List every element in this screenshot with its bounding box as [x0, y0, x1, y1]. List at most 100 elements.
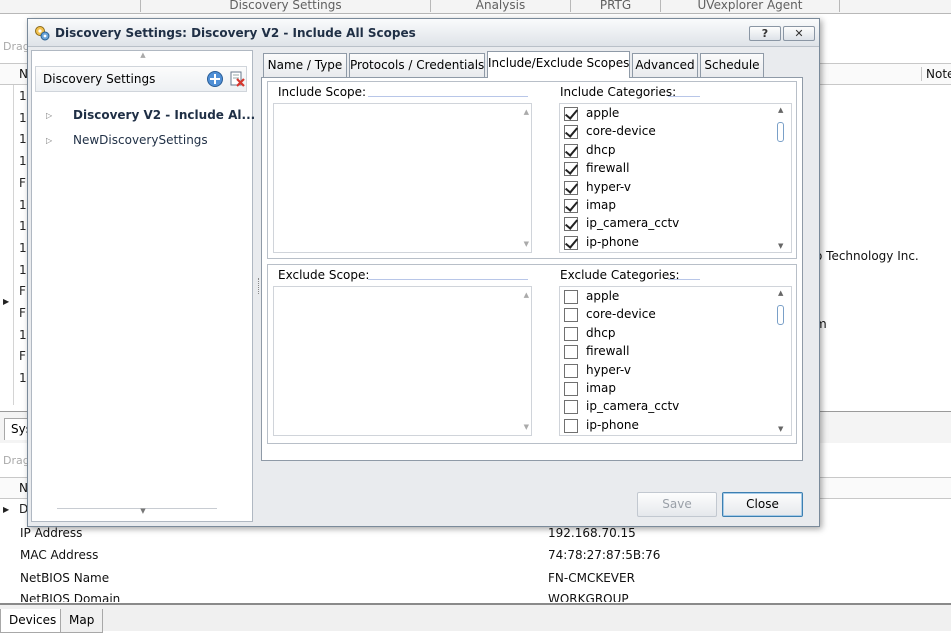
property-value: WORKGROUP: [548, 592, 629, 602]
exclude-category-checkbox[interactable]: [564, 290, 578, 304]
exclude-group: Exclude Scope: Exclude Categories: ▲ ▼ a…: [267, 264, 797, 444]
add-settings-icon[interactable]: [206, 70, 224, 88]
scroll-up-icon[interactable]: ▲: [778, 106, 783, 114]
include-categories-underline: [668, 96, 700, 97]
scroll-down-icon[interactable]: ▼: [778, 425, 783, 433]
include-scope-list[interactable]: ▲ ▼: [273, 103, 532, 253]
grid-row-cell[interactable]: F: [19, 349, 26, 363]
tab-advanced[interactable]: Advanced: [632, 53, 698, 77]
settings-gears-icon: [35, 26, 50, 41]
include-category-label: hyper-v: [586, 179, 631, 194]
close-button[interactable]: Close: [722, 492, 803, 517]
exclude-category-checkbox[interactable]: [564, 418, 578, 433]
exclude-categories-underline: [668, 279, 700, 280]
scroll-up-icon[interactable]: ▲: [778, 289, 783, 297]
exclude-category-label: firewall: [586, 344, 630, 359]
scroll-up-icon[interactable]: ▲: [524, 108, 529, 116]
delete-settings-icon[interactable]: [228, 70, 246, 88]
grid-row-cell[interactable]: 1: [19, 241, 27, 255]
property-name: NetBIOS Domain: [20, 592, 121, 602]
exclude-categories-list: apple core-device dhcp firewall hyper-v imap i…: [559, 286, 792, 436]
include-category-checkbox[interactable]: [564, 180, 578, 195]
exclude-category-checkbox[interactable]: [564, 345, 578, 360]
current-row-arrow-icon: ▶: [3, 297, 10, 306]
exclude-category-label: ip-phone: [586, 417, 639, 432]
include-category-label: imap: [586, 198, 616, 212]
tab-name-type[interactable]: Name / Type: [263, 53, 347, 77]
include-category-checkbox[interactable]: [564, 162, 578, 177]
exclude-category-label: core-device: [586, 307, 656, 322]
exclude-scope-list[interactable]: ▲ ▼: [273, 286, 532, 436]
app-menubar: Discovery Settings Analysis PRTG UVexplo…: [0, 0, 951, 14]
exclude-category-checkbox[interactable]: [564, 326, 578, 341]
tree-scroll-up-icon[interactable]: ▲: [136, 51, 150, 63]
grid-row-cell[interactable]: 1: [19, 154, 27, 168]
grid-row-cell[interactable]: 1: [19, 111, 27, 125]
grid-row-cell[interactable]: 1: [19, 263, 27, 277]
menu-discovery-settings[interactable]: Discovery Settings: [140, 0, 430, 12]
tab-protocols-credentials[interactable]: Protocols / Credentials: [349, 53, 485, 77]
exclude-category-label: ip_camera_cctv: [586, 399, 680, 414]
save-button[interactable]: Save: [637, 492, 717, 517]
include-category-label: dhcp: [586, 142, 616, 157]
include-categories-scrollbar[interactable]: ▲ ▼: [775, 104, 789, 252]
current-row-arrow-icon: ▶: [3, 505, 10, 514]
dialog-titlebar[interactable]: Discovery Settings: Discovery V2 - Inclu…: [28, 19, 819, 47]
exclude-scope-underline: [368, 279, 528, 280]
property-name: MAC Address: [20, 548, 99, 562]
include-category-checkbox[interactable]: [564, 217, 578, 232]
tree-scroll-down-icon[interactable]: ▼: [136, 507, 150, 519]
include-category-checkbox[interactable]: [564, 199, 578, 213]
exclude-categories-label: Exclude Categories:: [560, 268, 680, 282]
exclude-categories-scrollbar[interactable]: ▲ ▼: [775, 287, 789, 435]
grid-row-cell[interactable]: 1: [19, 371, 27, 385]
exclude-category-checkbox[interactable]: [564, 363, 578, 378]
grid-row-cell[interactable]: 1: [19, 328, 27, 342]
menu-prtg[interactable]: PRTG: [570, 0, 660, 12]
grid-row-cell[interactable]: F: [19, 284, 26, 298]
scrollbar-thumb[interactable]: [777, 122, 784, 142]
tree-expand-icon[interactable]: ▷: [46, 111, 52, 120]
tab-map[interactable]: Map: [60, 609, 104, 633]
help-button[interactable]: ?: [749, 26, 781, 41]
bottom-tabstrip: Devices Map: [0, 603, 951, 633]
property-value: 192.168.70.15: [548, 526, 636, 540]
grid-row-cell[interactable]: F: [19, 176, 26, 190]
discovery-settings-dialog: Discovery Settings: Discovery V2 - Inclu…: [27, 18, 820, 527]
grid-column-note[interactable]: Note: [921, 67, 951, 81]
scroll-down-icon[interactable]: ▼: [524, 423, 529, 431]
tab-devices[interactable]: Devices: [0, 609, 66, 633]
grid-row-cell[interactable]: 1: [19, 132, 27, 146]
exclude-category-checkbox[interactable]: [564, 382, 578, 396]
tab-include-exclude-scopes[interactable]: Include/Exclude Scopes: [487, 51, 630, 78]
exclude-category-label: imap: [586, 381, 616, 395]
exclude-category-checkbox[interactable]: [564, 400, 578, 415]
scroll-down-icon[interactable]: ▼: [778, 242, 783, 250]
include-category-checkbox[interactable]: [564, 143, 578, 158]
exclude-category-label: apple: [586, 289, 620, 303]
grid-row-cell[interactable]: 1: [19, 198, 27, 212]
settings-editor-pane: Name / Type Protocols / Credentials Incl…: [259, 50, 815, 522]
settings-tree-pane: ▲ Discovery Settings ▷ Discovery V2 - In…: [31, 50, 255, 522]
scrollbar-thumb[interactable]: [777, 305, 784, 325]
tree-expand-icon[interactable]: ▷: [46, 136, 52, 145]
include-categories-label: Include Categories:: [560, 85, 677, 99]
include-category-label: ip_camera_cctv: [586, 216, 680, 231]
include-category-checkbox[interactable]: [564, 235, 578, 250]
exclude-category-checkbox[interactable]: [564, 308, 578, 323]
property-value: 74:78:27:87:5B:76: [548, 548, 661, 562]
include-category-label: core-device: [586, 124, 656, 139]
grid-row-cell[interactable]: 1: [19, 219, 27, 233]
grid-row-cell[interactable]: F: [19, 306, 26, 320]
scroll-down-icon[interactable]: ▼: [524, 240, 529, 248]
tab-schedule[interactable]: Schedule: [700, 53, 764, 77]
include-category-checkbox[interactable]: [564, 107, 578, 121]
dialog-close-button[interactable]: ✕: [783, 26, 815, 41]
menu-uvexplorer-agent[interactable]: UVexplorer Agent: [660, 0, 840, 12]
scroll-up-icon[interactable]: ▲: [524, 291, 529, 299]
settings-tree-header: Discovery Settings: [35, 66, 247, 92]
include-category-checkbox[interactable]: [564, 125, 578, 140]
grid-row-cell[interactable]: 1: [19, 89, 27, 103]
menu-analysis[interactable]: Analysis: [430, 0, 570, 12]
include-scope-underline: [368, 96, 528, 97]
